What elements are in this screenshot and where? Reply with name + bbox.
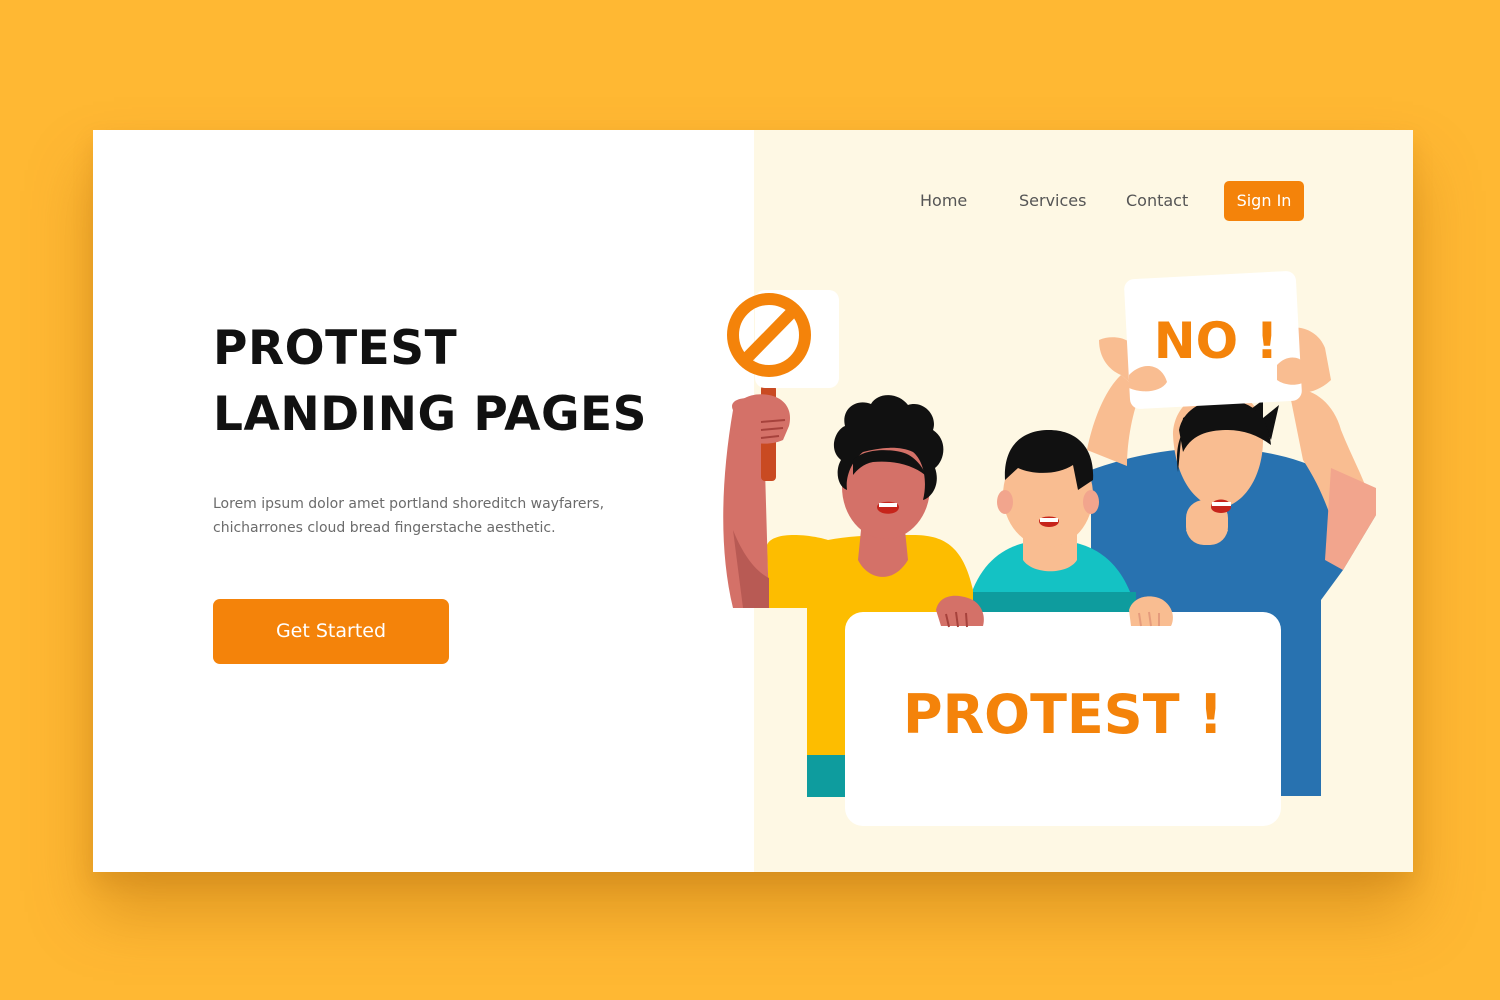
protest-illustration: NO ! PROTEST ! xyxy=(723,271,1376,826)
landing-card: Home Services Contact Sign In PROTEST LA… xyxy=(93,130,1413,872)
protest-banner-text: PROTEST ! xyxy=(903,683,1223,746)
no-sign: NO ! xyxy=(1124,271,1311,409)
protest-banner: PROTEST ! xyxy=(845,595,1281,826)
no-sign-text: NO ! xyxy=(1154,312,1279,370)
